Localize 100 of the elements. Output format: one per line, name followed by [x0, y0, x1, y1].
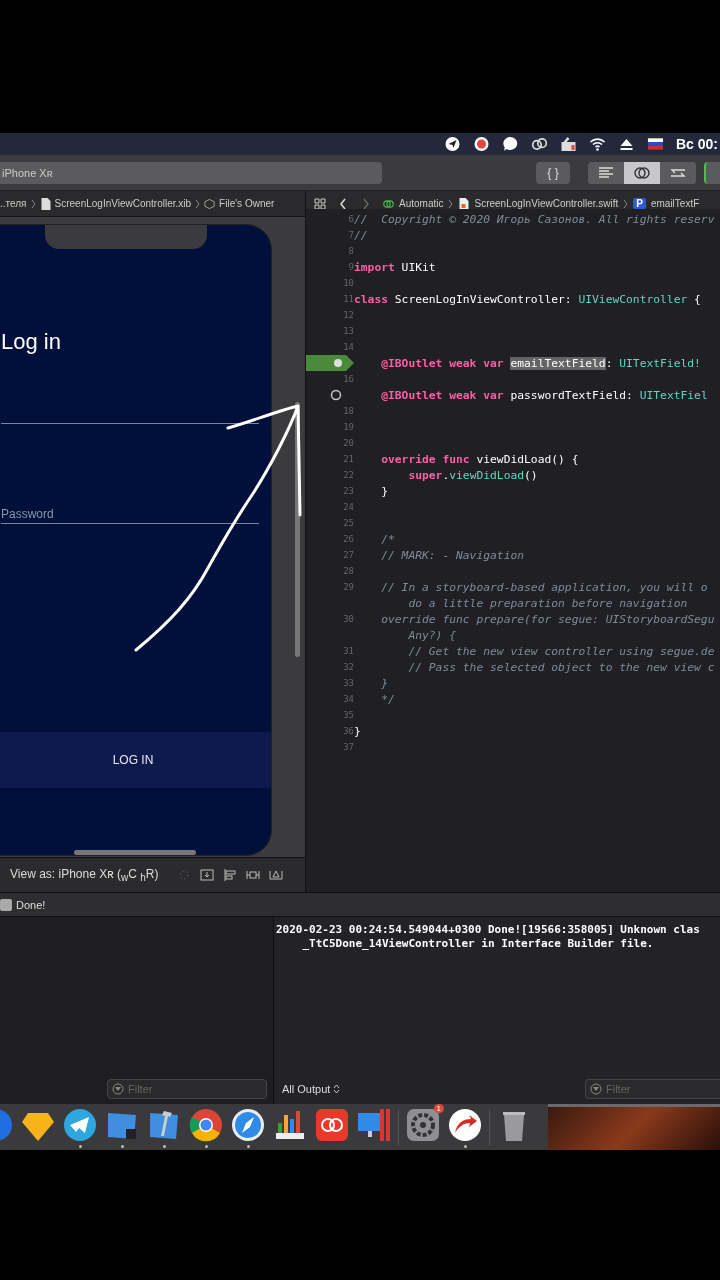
code-line: super.viewDidLoad()	[407, 468, 538, 482]
rings-icon[interactable]	[531, 136, 548, 152]
login-button[interactable]: LOG IN	[0, 732, 271, 788]
chevron-icon	[30, 198, 36, 209]
monitor-icon[interactable]	[356, 1106, 392, 1143]
line-number: 25	[342, 518, 354, 528]
code-line: // MARK: - Navigation	[380, 548, 525, 562]
chevron-icon	[448, 198, 454, 209]
resolve-issues-icon[interactable]	[269, 869, 284, 881]
code-line: @IBOutlet weak var passwordTextField: UITextFiel	[380, 388, 708, 402]
pin-constraints-icon[interactable]	[246, 869, 261, 881]
line-number: 36	[342, 726, 354, 736]
line-number: 32	[342, 662, 354, 672]
breadcrumb-item[interactable]: ScreenLogInViewController.swift	[474, 198, 619, 209]
compass-icon[interactable]	[230, 1106, 266, 1143]
code-line: }	[354, 724, 361, 738]
line-number: 33	[342, 678, 354, 688]
scroll-bar[interactable]	[74, 850, 196, 855]
align-icon[interactable]	[223, 869, 238, 881]
line-number: 26	[342, 534, 354, 544]
line-number: 14	[342, 342, 354, 352]
line-number: 8	[347, 246, 354, 256]
code-line: // Get the new view controller using segue.de	[407, 644, 715, 658]
line-number: 29	[342, 582, 354, 592]
code-line: // In a storyboard-based application, you will o	[380, 580, 708, 594]
code-line: import UIKit	[354, 260, 436, 274]
forward-chevron-icon[interactable]	[360, 197, 372, 210]
wifi-icon[interactable]	[589, 136, 606, 152]
rings-icon	[633, 165, 651, 180]
connected-outlet-icon[interactable]	[306, 355, 356, 371]
flag-icon[interactable]	[647, 136, 664, 152]
back-chevron-icon[interactable]	[337, 197, 349, 210]
filter-icon	[590, 1083, 602, 1095]
outlet-circle-icon[interactable]	[330, 389, 342, 401]
record-icon[interactable]	[473, 136, 490, 152]
browser-icon[interactable]	[188, 1106, 224, 1143]
code-line: */	[380, 692, 395, 706]
code-line: }	[380, 484, 388, 498]
device-label[interactable]: View as: iPhone Xʀ ($_{w}$C $_{h}$R)	[10, 866, 159, 884]
chevron-icon	[195, 198, 201, 209]
line-number: 28	[342, 566, 354, 576]
line-number: 23	[342, 486, 354, 496]
line-number: 7	[347, 230, 354, 240]
line-number: 37	[342, 742, 354, 752]
scheme-field[interactable]: iPhone Xʀ	[0, 161, 382, 184]
panel-toggle-button[interactable]	[704, 161, 720, 184]
up-down-chevron-icon	[333, 1084, 341, 1094]
file-icon	[39, 197, 51, 210]
breadcrumb-item[interactable]: emailTextF	[650, 198, 700, 209]
lines-icon	[598, 166, 614, 179]
scroll-bar[interactable]	[295, 402, 300, 657]
line-number: 18	[342, 406, 354, 416]
line-number: 12	[342, 310, 354, 320]
notification-badge: 1	[433, 1103, 444, 1113]
code-line: //	[354, 228, 368, 242]
line-number: 9	[347, 262, 354, 272]
breadcrumb-item[interactable]: ..теля	[0, 198, 27, 209]
code-line: class ScreenLogInViewController: UIViewController {	[354, 292, 701, 306]
grid-icon[interactable]	[314, 197, 326, 210]
gear-icon[interactable]	[405, 1106, 441, 1143]
code-line: /*	[380, 532, 395, 546]
embed-icon[interactable]	[200, 869, 215, 881]
line-number: 22	[342, 470, 354, 480]
editor-mode-button[interactable]	[624, 161, 660, 184]
code-line: }	[380, 676, 388, 690]
code-line: do a little preparation before navigation	[407, 596, 688, 610]
breadcrumb-item[interactable]: ScreenLogInViewController.xib	[54, 198, 192, 209]
line-number: 6	[347, 214, 354, 224]
eject-icon[interactable]	[618, 136, 635, 152]
line-number: 13	[342, 326, 354, 336]
menu-bar-clock[interactable]: Вс 00:	[676, 136, 720, 152]
paper-plane-icon[interactable]	[62, 1106, 98, 1143]
line-number: 11	[342, 294, 354, 304]
password-field[interactable]: Password	[1, 504, 259, 524]
code-editor[interactable]	[306, 209, 720, 892]
debug-target-label: Done!	[16, 898, 46, 911]
line-number: 21	[342, 454, 354, 464]
filter-icon	[112, 1083, 124, 1095]
arrow-circle-icon[interactable]	[447, 1106, 483, 1143]
library-button[interactable]: { }	[536, 161, 570, 184]
line-number: 19	[342, 422, 354, 432]
property-badge: P	[633, 198, 646, 209]
line-number: 16	[342, 374, 354, 384]
code-line: // Pass the selected object to the new view c	[407, 660, 715, 674]
code-line: @IBOutlet weak var emailTextField: UITextField!	[380, 356, 701, 370]
chat-bubble-icon[interactable]	[502, 136, 519, 152]
breadcrumb-item[interactable]: File's Owner	[219, 198, 275, 209]
line-number: 10	[342, 278, 354, 288]
line-number: 34	[342, 694, 354, 704]
breadcrumb-item[interactable]: Automatic	[399, 198, 444, 209]
console-output: 2020-02-23 00:24:54.549044+0300 Done![19566:358005] Unknown clas _TtC5Done_14ViewController in Interface Builder file.	[275, 922, 701, 952]
line-number: 24	[342, 502, 354, 512]
login-title: Log in	[1, 329, 62, 355]
output-selector[interactable]: All Output	[282, 1083, 341, 1095]
line-number: 27	[342, 550, 354, 560]
cube-icon	[204, 197, 216, 210]
app-icon	[0, 898, 12, 911]
line-number: 31	[342, 646, 354, 656]
line-number: 20	[342, 438, 354, 448]
code-line: override func prepare(for segue: UIStoryboardSegu	[380, 612, 715, 626]
